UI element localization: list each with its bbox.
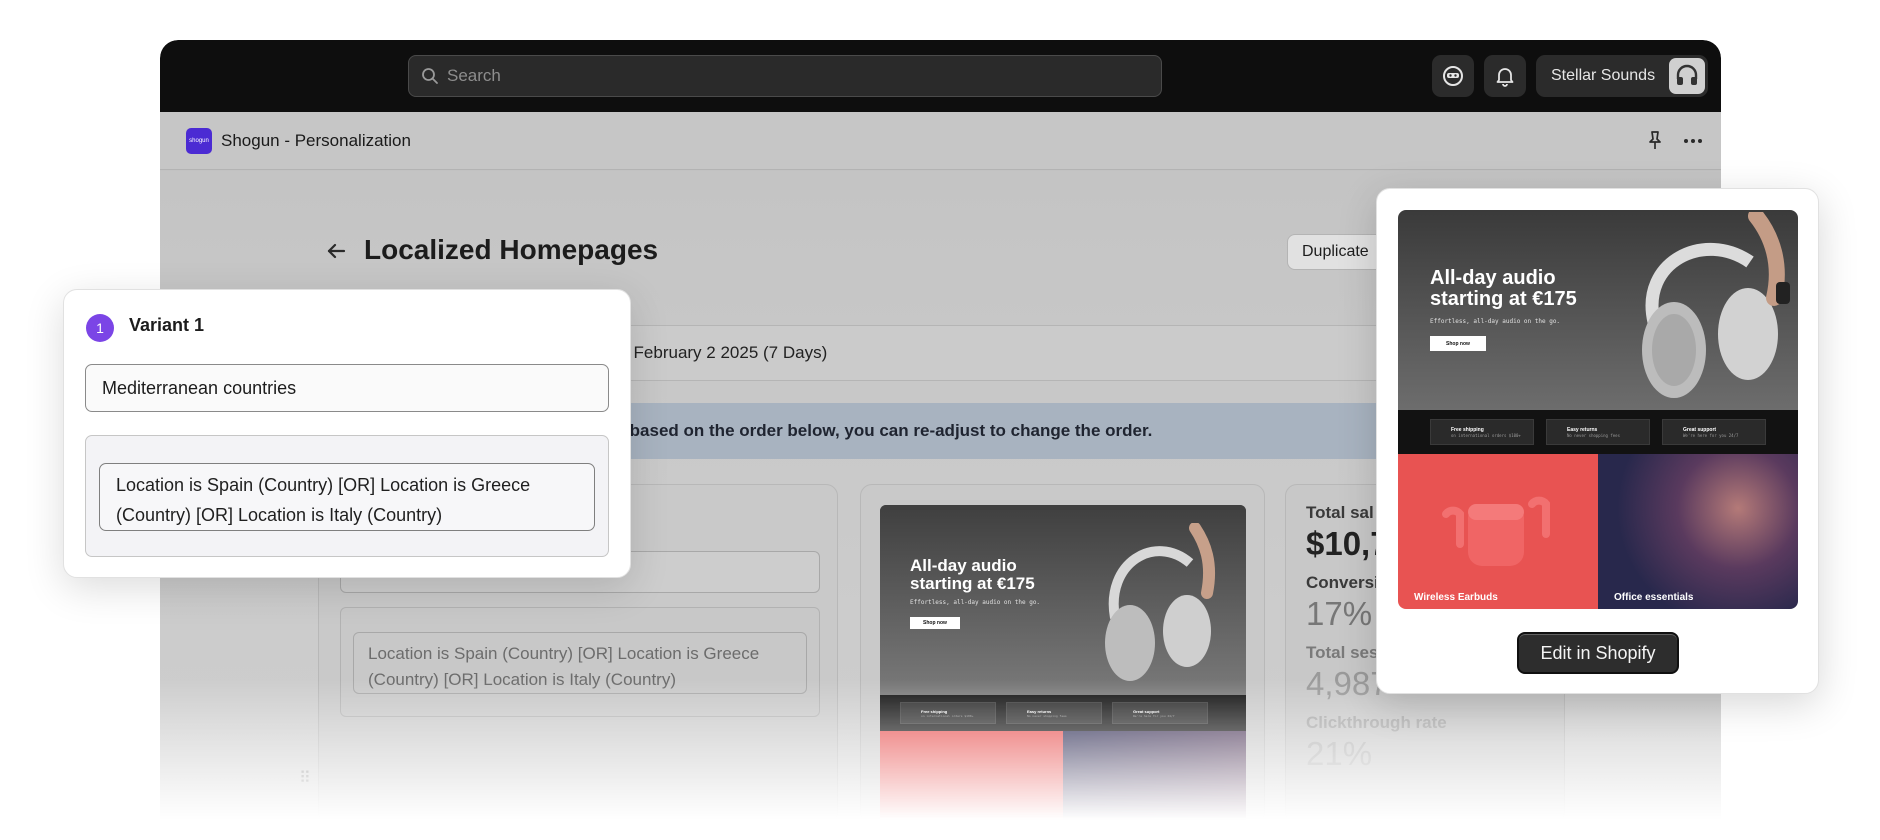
preview-subtext: Effortless, all-day audio on the go. [910,599,1041,606]
condition-box: Location is Spain (Country) [OR] Locatio… [85,435,609,557]
preview-earbuds-tile [880,731,1063,820]
feature-bar: Free shipping on international orders $10… [1398,410,1798,454]
preview-feature-bar: Free shipping on international orders $10… [880,695,1246,731]
search-icon [422,68,438,84]
back-arrow-icon[interactable] [324,239,348,263]
preview-headphones-image [1105,523,1216,681]
earbuds-image [1442,496,1550,566]
office-tile-label: Office essentials [1614,592,1694,603]
agent-button[interactable] [1432,55,1474,97]
store-avatar [1669,58,1705,94]
feature-item: Great support We're here for you 24/7 [1662,419,1766,445]
shopify-preview-panel: All-day audio starting at €175 Effortles… [1376,188,1819,694]
hero-subtext: Effortless, all-day audio on the go. [1430,318,1561,325]
preview-feature: Free shipping on international orders $10… [900,702,996,724]
variant-title: Variant 1 [129,315,205,335]
condition-text-faded: Location is Spain (Country) [OR] Locatio… [353,632,807,694]
preview-headline-line2: starting at €175 [910,573,1035,593]
hero-shop-button: Shop now [1430,336,1486,351]
app-title: Shogun - Personalization [221,130,411,150]
page-title: Localized Homepages [364,234,659,265]
more-options-icon[interactable] [1682,130,1704,152]
preview-shop-button: Shop now [910,617,960,629]
search-placeholder: Search [447,66,501,85]
feature-desc: No never shopping fees [1027,713,1067,718]
variant-preview-card: All-day audio starting at €175 Effortles… [860,484,1265,820]
earbuds-tile: Wireless Earbuds [1398,454,1598,609]
feature-desc: on international orders $100+ [921,713,974,718]
earbuds-tile-label: Wireless Earbuds [1414,592,1498,603]
store-preview-thumbnail[interactable]: All-day audio starting at €175 Effortles… [880,505,1246,820]
hero-headline-line2: starting at €175 [1430,288,1577,310]
ctr-value: 21% [1306,735,1373,772]
variant-panel: 1 Variant 1 Location is Spain (Country) … [63,289,631,578]
preview-feature: Easy returns No never shopping fees [1006,702,1102,724]
bell-icon [1496,68,1514,87]
notifications-button[interactable] [1484,55,1526,97]
condition-box-faded: Location is Spain (Country) [OR] Locatio… [340,607,820,717]
feature-item: Free shipping on international orders $10… [1430,419,1534,445]
search-input[interactable]: Search [408,55,1162,97]
pin-icon[interactable] [1645,130,1665,152]
hero-headline: All-day audio starting at €175 [1430,268,1577,310]
feature-desc: No never shopping fees [1567,432,1620,438]
hero-headline-line1: All-day audio [1430,267,1556,289]
shogun-logo: shogun [186,127,212,154]
top-bar: Search Stellar Sounds [160,40,1721,112]
office-tile: Office essentials [1598,454,1798,609]
stage: Search Stellar Sounds shogun Shogun - Pe… [0,0,1880,840]
preview-headline-line1: All-day audio [910,556,1017,575]
feature-desc: We're here for you 24/7 [1133,713,1175,718]
ctr-label: Clickthrough rate [1306,713,1447,732]
info-banner-text: ants based on the order below, you can r… [590,421,1153,440]
preview-office-tile [1063,731,1246,820]
feature-desc: We're here for you 24/7 [1683,432,1739,438]
feature-desc: on international orders $100+ [1451,432,1521,438]
hero-banner: All-day audio starting at €175 Effortles… [1398,210,1798,410]
headphones-image [1642,212,1790,398]
store-switcher[interactable]: Stellar Sounds [1536,55,1708,97]
variant-name-input[interactable] [85,364,609,412]
drag-handle-icon[interactable]: ⠿ [299,768,311,788]
variant-number-badge: 1 [86,314,114,342]
preview-headline: All-day audio starting at €175 [910,557,1035,593]
preview-hero: All-day audio starting at €175 Effortles… [880,505,1246,695]
headphones-avatar-icon [1676,64,1698,85]
app-bar: shogun Shogun - Personalization [160,112,1721,170]
preview-feature: Great support We're here for you 24/7 [1112,702,1208,724]
edit-in-shopify-button[interactable]: Edit in Shopify [1517,632,1679,674]
agent-icon [1443,66,1463,86]
feature-item: Easy returns No never shopping fees [1546,419,1650,445]
store-name: Stellar Sounds [1551,67,1656,84]
condition-field[interactable]: Location is Spain (Country) [OR] Locatio… [99,463,595,531]
store-preview-image: All-day audio starting at €175 Effortles… [1398,210,1798,609]
